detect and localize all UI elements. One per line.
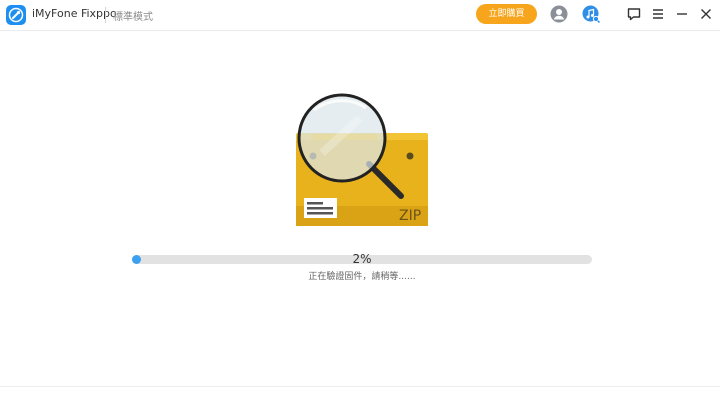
- menu-icon[interactable]: [649, 5, 667, 23]
- wrench-icon: [6, 5, 26, 25]
- music-search-icon[interactable]: [582, 5, 600, 23]
- user-icon[interactable]: [550, 5, 568, 23]
- zip-box-magnifier-icon: ZIP: [290, 88, 435, 233]
- progress-fill: [132, 255, 142, 264]
- buy-now-button[interactable]: 立即購買: [476, 4, 537, 24]
- zip-label: ZIP: [399, 208, 421, 224]
- feedback-icon[interactable]: [625, 5, 643, 23]
- footer-divider: [0, 386, 720, 387]
- app-window: iMyFone Fixppo 標準模式 立即購買 ZIP 2% 正在驗證固件，請…: [0, 0, 720, 407]
- title-bar: iMyFone Fixppo 標準模式 立即購買: [0, 0, 720, 31]
- title-divider: [105, 7, 106, 23]
- progress-percent: 2%: [352, 252, 372, 266]
- mode-label: 標準模式: [113, 12, 153, 23]
- minimize-icon[interactable]: [673, 5, 691, 23]
- status-message: 正在驗證固件，請稍等......: [308, 272, 416, 282]
- close-icon[interactable]: [697, 5, 715, 23]
